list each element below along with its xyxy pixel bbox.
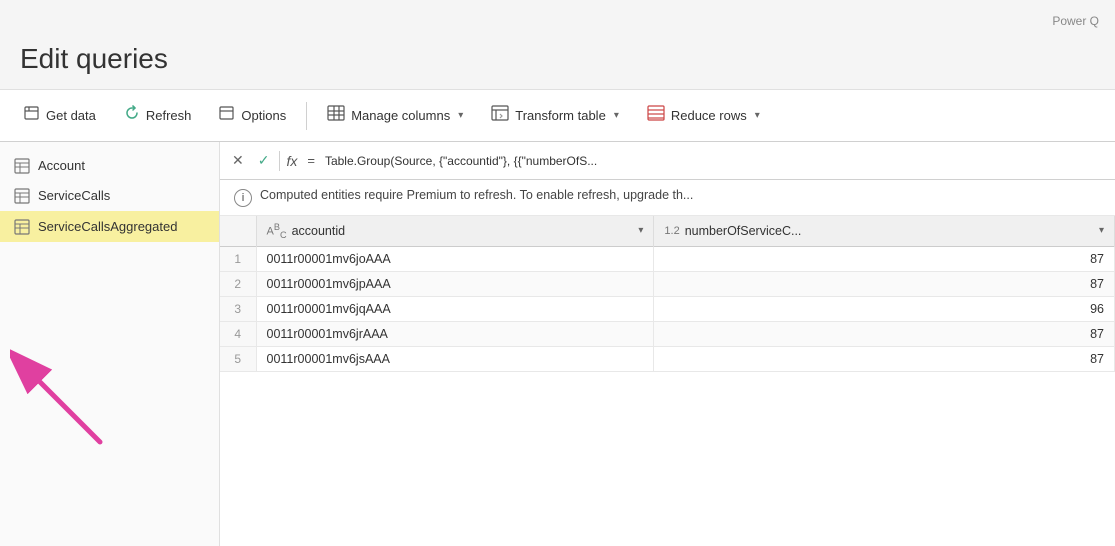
numberofservicec-col-label: numberOfServiceC...: [685, 224, 802, 238]
transform-table-button[interactable]: Transform table ▾: [479, 99, 631, 132]
transform-table-icon: [491, 105, 509, 126]
value-cell: 87: [654, 246, 1115, 271]
formula-cancel-button[interactable]: ✕: [228, 150, 248, 171]
row-num-cell: 3: [220, 296, 256, 321]
accountid-col-type: ABC: [267, 222, 287, 240]
row-num-header: [220, 216, 256, 246]
get-data-button[interactable]: Get data: [12, 99, 108, 132]
options-icon: [219, 105, 235, 126]
get-data-label: Get data: [46, 108, 96, 123]
table-row: 40011r00001mv6jrAAA87: [220, 321, 1115, 346]
accountid-filter-button[interactable]: ▾: [638, 225, 643, 236]
table-row: 30011r00001mv6jqAAA96: [220, 296, 1115, 321]
reduce-rows-chevron: ▾: [755, 110, 760, 121]
reduce-rows-icon: [647, 105, 665, 126]
row-num-cell: 4: [220, 321, 256, 346]
accountid-col-label: accountid: [292, 224, 346, 238]
manage-columns-button[interactable]: Manage columns ▾: [315, 99, 475, 132]
numberofservicec-col-type: 1.2: [664, 225, 679, 237]
sidebar-item-servicecallsaggregated[interactable]: ServiceCallsAggregated: [0, 211, 219, 242]
toolbar-separator-1: [306, 102, 307, 130]
main-content: Account ServiceCalls: [0, 142, 1115, 546]
refresh-icon: [124, 105, 140, 126]
value-cell: 87: [654, 346, 1115, 371]
info-bar: i Computed entities require Premium to r…: [220, 180, 1115, 216]
accountid-cell: 0011r00001mv6joAAA: [256, 246, 654, 271]
value-cell: 96: [654, 296, 1115, 321]
info-icon: i: [234, 189, 252, 207]
table-row: 50011r00001mv6jsAAA87: [220, 346, 1115, 371]
formula-text: Table.Group(Source, {"accountid"}, {{"nu…: [325, 154, 1107, 168]
sidebar-item-account[interactable]: Account: [0, 150, 219, 181]
power-label: Power Q: [1052, 14, 1099, 28]
data-table: ABC accountid ▾ 1.2: [220, 216, 1115, 372]
accountid-cell: 0011r00001mv6jqAAA: [256, 296, 654, 321]
numberofservicec-filter-button[interactable]: ▾: [1099, 225, 1104, 236]
value-cell: 87: [654, 271, 1115, 296]
app-container: Edit queries Power Q Get data Refresh: [0, 0, 1115, 546]
numberofservicec-column-header[interactable]: 1.2 numberOfServiceC... ▾: [654, 216, 1115, 246]
servicecalls-label: ServiceCalls: [38, 188, 110, 203]
accountid-column-header[interactable]: ABC accountid ▾: [256, 216, 654, 246]
table-row: 20011r00001mv6jpAAA87: [220, 271, 1115, 296]
row-num-cell: 5: [220, 346, 256, 371]
transform-table-chevron: ▾: [614, 110, 619, 121]
sidebar-item-servicecalls[interactable]: ServiceCalls: [0, 181, 219, 212]
info-message: Computed entities require Premium to ref…: [260, 188, 693, 202]
formula-bar: ✕ ✓ fx = Table.Group(Source, {"accountid…: [220, 142, 1115, 180]
manage-columns-label: Manage columns: [351, 108, 450, 123]
formula-equals: =: [303, 153, 319, 168]
options-button[interactable]: Options: [207, 99, 298, 132]
transform-table-label: Transform table: [515, 108, 606, 123]
formula-bar-separator: [279, 151, 280, 171]
servicecallsaggregated-label: ServiceCallsAggregated: [38, 219, 177, 234]
reduce-rows-button[interactable]: Reduce rows ▾: [635, 99, 772, 132]
toolbar: Get data Refresh Options: [0, 90, 1115, 142]
table-row: 10011r00001mv6joAAA87: [220, 246, 1115, 271]
cancel-icon: ✕: [232, 152, 244, 168]
get-data-icon: [24, 105, 40, 126]
accountid-cell: 0011r00001mv6jsAAA: [256, 346, 654, 371]
fx-label: fx: [286, 153, 297, 169]
row-num-cell: 1: [220, 246, 256, 271]
top-bar: Edit queries Power Q: [0, 0, 1115, 90]
formula-accept-button[interactable]: ✓: [254, 150, 274, 171]
servicecalls-table-icon: [14, 188, 30, 205]
accountid-cell: 0011r00001mv6jrAAA: [256, 321, 654, 346]
row-num-cell: 2: [220, 271, 256, 296]
reduce-rows-label: Reduce rows: [671, 108, 747, 123]
accountid-cell: 0011r00001mv6jpAAA: [256, 271, 654, 296]
accept-icon: ✓: [258, 152, 270, 168]
page-title: Edit queries: [20, 43, 168, 89]
data-table-wrapper[interactable]: ABC accountid ▾ 1.2: [220, 216, 1115, 546]
options-label: Options: [241, 108, 286, 123]
manage-columns-chevron: ▾: [458, 110, 463, 121]
refresh-button[interactable]: Refresh: [112, 99, 204, 132]
arrow-annotation: [10, 322, 140, 452]
account-table-icon: [14, 157, 30, 174]
servicecallsaggregated-table-icon: [14, 218, 30, 235]
sidebar: Account ServiceCalls: [0, 142, 220, 546]
refresh-label: Refresh: [146, 108, 192, 123]
manage-columns-icon: [327, 105, 345, 126]
account-label: Account: [38, 158, 85, 173]
value-cell: 87: [654, 321, 1115, 346]
right-panel: ✕ ✓ fx = Table.Group(Source, {"accountid…: [220, 142, 1115, 546]
